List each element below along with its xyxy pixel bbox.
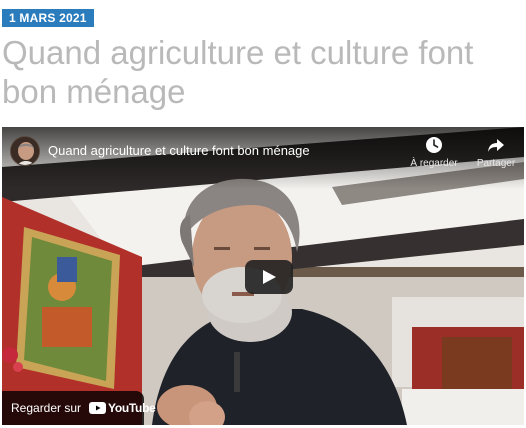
play-icon (263, 270, 276, 284)
watch-later-label: À regarder (410, 158, 458, 169)
clock-icon (426, 137, 442, 153)
channel-avatar[interactable] (10, 136, 40, 166)
share-label: Partager (476, 158, 516, 169)
youtube-wordmark: YouTube (108, 401, 156, 415)
video-title[interactable]: Quand agriculture et culture font bon mé… (48, 143, 310, 158)
youtube-logo: YouTube (89, 401, 156, 415)
video-player[interactable]: Quand agriculture et culture font bon mé… (2, 127, 524, 425)
watch-on-label: Regarder sur (11, 401, 82, 415)
watch-on-youtube-button[interactable]: Regarder sur YouTube (2, 391, 156, 425)
share-button[interactable]: Partager (468, 136, 524, 169)
date-badge: 1 MARS 2021 (2, 9, 94, 27)
share-arrow-icon (488, 139, 504, 152)
play-button[interactable] (245, 260, 293, 294)
youtube-play-icon (89, 402, 107, 414)
page-title: Quand agriculture et culture font bon mé… (2, 34, 474, 110)
watch-later-button[interactable]: À regarder (406, 136, 462, 169)
